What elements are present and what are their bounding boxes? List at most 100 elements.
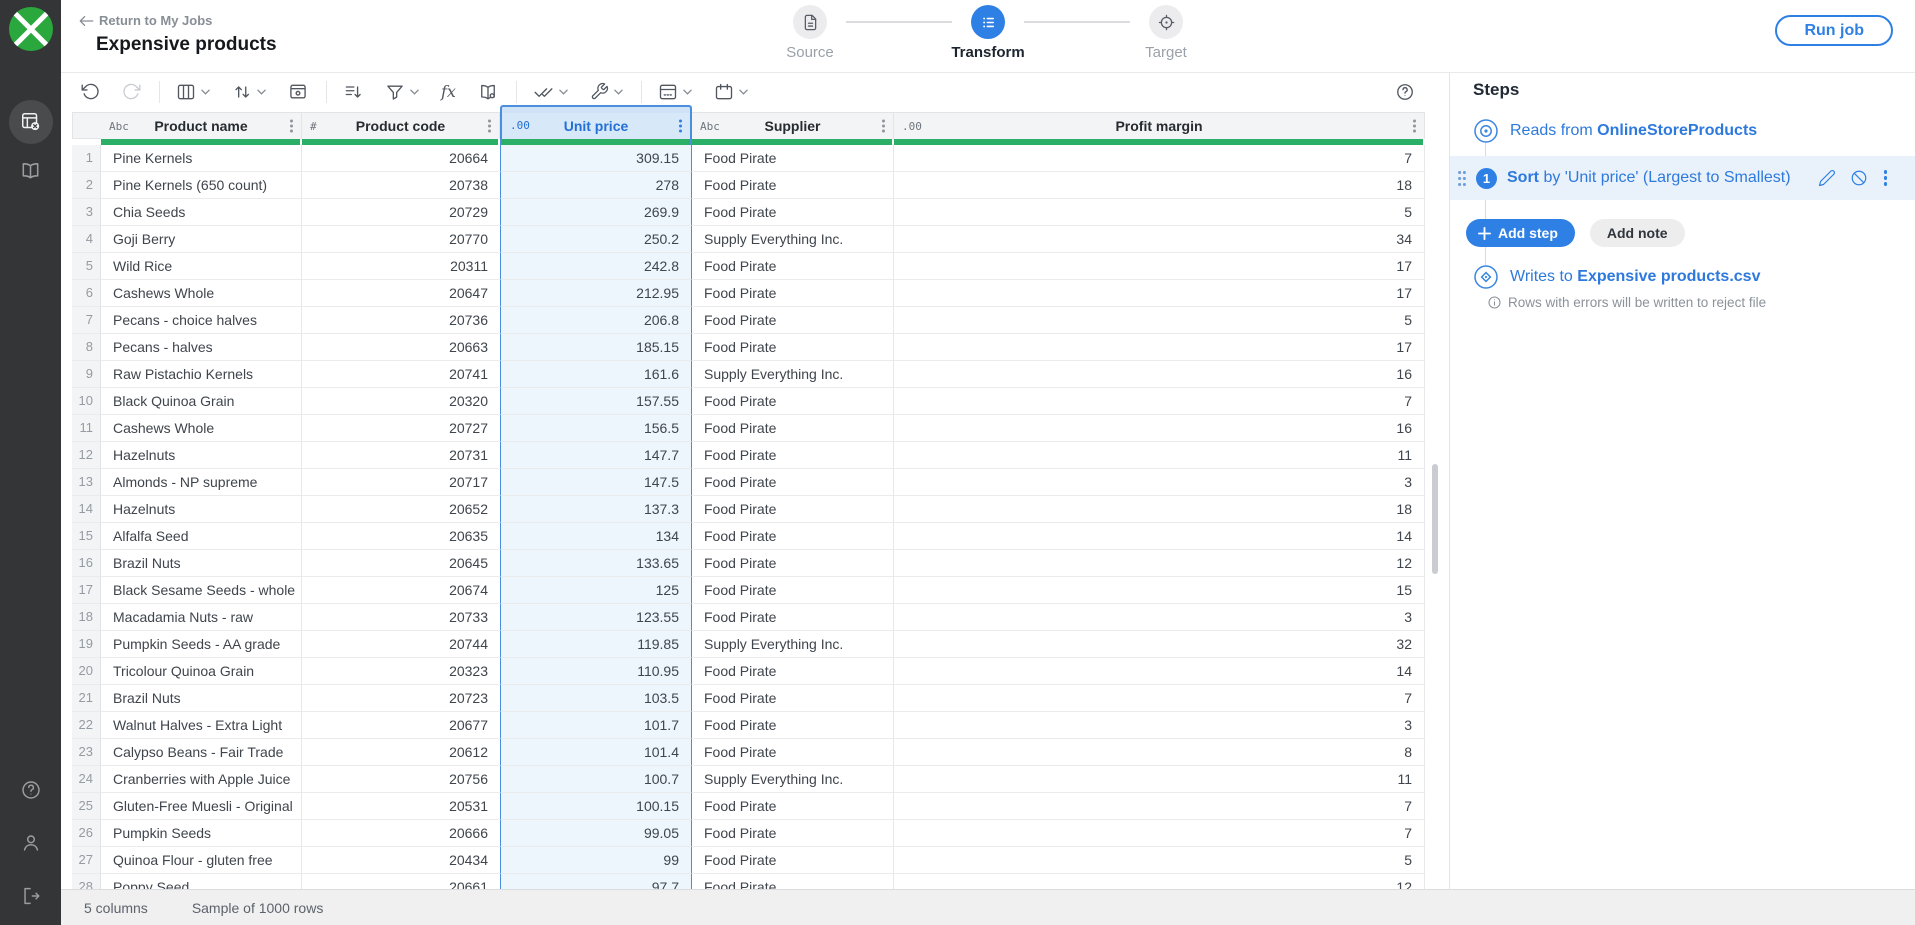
- cell-supplier[interactable]: Food Pirate: [692, 577, 894, 604]
- row-number[interactable]: 8: [72, 334, 101, 361]
- cell-supplier[interactable]: Food Pirate: [692, 172, 894, 199]
- cell-profit-margin[interactable]: 3: [894, 604, 1425, 631]
- cell-supplier[interactable]: Food Pirate: [692, 874, 894, 889]
- cell-supplier[interactable]: Food Pirate: [692, 253, 894, 280]
- column-header-product-code[interactable]: # Product code: [302, 112, 500, 139]
- cell-product-code[interactable]: 20434: [302, 847, 500, 874]
- cell-supplier[interactable]: Food Pirate: [692, 820, 894, 847]
- cell-unit-price[interactable]: 123.55: [500, 604, 692, 631]
- cell-supplier[interactable]: Supply Everything Inc.: [692, 361, 894, 388]
- cell-product-name[interactable]: Gluten-Free Muesli - Original: [101, 793, 302, 820]
- cell-product-name[interactable]: Cashews Whole: [101, 415, 302, 442]
- cell-supplier[interactable]: Food Pirate: [692, 685, 894, 712]
- cell-product-code[interactable]: 20717: [302, 469, 500, 496]
- cell-supplier[interactable]: Food Pirate: [692, 739, 894, 766]
- cell-product-code[interactable]: 20666: [302, 820, 500, 847]
- row-number[interactable]: 12: [72, 442, 101, 469]
- cell-product-name[interactable]: Chia Seeds: [101, 199, 302, 226]
- cell-profit-margin[interactable]: 7: [894, 388, 1425, 415]
- row-number[interactable]: 7: [72, 307, 101, 334]
- drag-handle-icon[interactable]: [1457, 170, 1467, 187]
- cell-supplier[interactable]: Food Pirate: [692, 442, 894, 469]
- run-job-button[interactable]: Run job: [1775, 15, 1893, 46]
- cell-product-code[interactable]: 20647: [302, 280, 500, 307]
- cell-unit-price[interactable]: 100.7: [500, 766, 692, 793]
- cell-product-name[interactable]: Quinoa Flour - gluten free: [101, 847, 302, 874]
- step-menu-icon[interactable]: [1882, 168, 1890, 188]
- cell-product-code[interactable]: 20612: [302, 739, 500, 766]
- row-number[interactable]: 10: [72, 388, 101, 415]
- column-menu-icon[interactable]: [288, 118, 295, 135]
- cell-product-name[interactable]: Pecans - halves: [101, 334, 302, 361]
- row-number[interactable]: 26: [72, 820, 101, 847]
- row-number[interactable]: 6: [72, 280, 101, 307]
- cell-supplier[interactable]: Food Pirate: [692, 469, 894, 496]
- column-menu-icon[interactable]: [880, 118, 887, 135]
- stepper-source[interactable]: Source: [774, 5, 846, 61]
- row-number[interactable]: 1: [72, 145, 101, 172]
- cell-product-name[interactable]: Poppy Seed: [101, 874, 302, 889]
- row-number[interactable]: 23: [72, 739, 101, 766]
- filter-button[interactable]: [377, 78, 427, 106]
- row-number[interactable]: 16: [72, 550, 101, 577]
- cell-product-code[interactable]: 20645: [302, 550, 500, 577]
- cell-product-code[interactable]: 20674: [302, 577, 500, 604]
- cell-product-code[interactable]: 20661: [302, 874, 500, 889]
- cell-profit-margin[interactable]: 18: [894, 172, 1425, 199]
- cell-product-name[interactable]: Cashews Whole: [101, 280, 302, 307]
- cell-product-code[interactable]: 20733: [302, 604, 500, 631]
- cell-product-name[interactable]: Wild Rice: [101, 253, 302, 280]
- cell-unit-price[interactable]: 309.15: [500, 145, 692, 172]
- tools-button[interactable]: [582, 78, 631, 106]
- sidebar-item-jobs[interactable]: [9, 100, 53, 144]
- cell-product-name[interactable]: Calypso Beans - Fair Trade: [101, 739, 302, 766]
- cell-profit-margin[interactable]: 34: [894, 226, 1425, 253]
- sidebar-item-account[interactable]: [20, 832, 42, 854]
- sidebar-item-library[interactable]: [19, 160, 42, 183]
- cell-product-code[interactable]: 20652: [302, 496, 500, 523]
- row-number[interactable]: 2: [72, 172, 101, 199]
- stepper-transform[interactable]: Transform: [952, 5, 1024, 61]
- cell-supplier[interactable]: Food Pirate: [692, 307, 894, 334]
- cell-product-code[interactable]: 20770: [302, 226, 500, 253]
- row-number[interactable]: 20: [72, 658, 101, 685]
- cell-product-code[interactable]: 20736: [302, 307, 500, 334]
- cell-supplier[interactable]: Food Pirate: [692, 658, 894, 685]
- cell-profit-margin[interactable]: 11: [894, 766, 1425, 793]
- cell-profit-margin[interactable]: 5: [894, 847, 1425, 874]
- column-menu-icon[interactable]: [1411, 118, 1418, 135]
- table-button[interactable]: [650, 78, 700, 106]
- cell-supplier[interactable]: Food Pirate: [692, 847, 894, 874]
- target-step-row[interactable]: Writes to Expensive products.csv: [1473, 263, 1760, 290]
- cell-supplier[interactable]: Food Pirate: [692, 280, 894, 307]
- cell-profit-margin[interactable]: 3: [894, 712, 1425, 739]
- row-number[interactable]: 27: [72, 847, 101, 874]
- stepper-target[interactable]: Target: [1130, 5, 1202, 61]
- cell-product-name[interactable]: Pumpkin Seeds: [101, 820, 302, 847]
- calendar-button[interactable]: [706, 78, 756, 106]
- row-number[interactable]: 18: [72, 604, 101, 631]
- source-step-text[interactable]: Reads from OnlineStoreProducts: [1510, 122, 1757, 140]
- cell-profit-margin[interactable]: 16: [894, 361, 1425, 388]
- cell-unit-price[interactable]: 125: [500, 577, 692, 604]
- cell-product-name[interactable]: Almonds - NP supreme: [101, 469, 302, 496]
- cell-product-code[interactable]: 20744: [302, 631, 500, 658]
- cell-product-name[interactable]: Pumpkin Seeds - AA grade: [101, 631, 302, 658]
- add-note-button[interactable]: Add note: [1590, 219, 1685, 247]
- cell-product-code[interactable]: 20311: [302, 253, 500, 280]
- cell-unit-price[interactable]: 103.5: [500, 685, 692, 712]
- cell-unit-price[interactable]: 185.15: [500, 334, 692, 361]
- sort-button[interactable]: [224, 78, 274, 106]
- back-link[interactable]: Return to My Jobs: [79, 13, 277, 28]
- cell-unit-price[interactable]: 250.2: [500, 226, 692, 253]
- cell-product-code[interactable]: 20731: [302, 442, 500, 469]
- row-number[interactable]: 4: [72, 226, 101, 253]
- cell-product-name[interactable]: Raw Pistachio Kernels: [101, 361, 302, 388]
- help-button[interactable]: [1387, 78, 1423, 106]
- cell-unit-price[interactable]: 212.95: [500, 280, 692, 307]
- validate-button[interactable]: [525, 78, 576, 106]
- cell-unit-price[interactable]: 147.7: [500, 442, 692, 469]
- cell-supplier[interactable]: Food Pirate: [692, 388, 894, 415]
- formula-button[interactable]: fx: [433, 78, 464, 106]
- cell-profit-margin[interactable]: 7: [894, 145, 1425, 172]
